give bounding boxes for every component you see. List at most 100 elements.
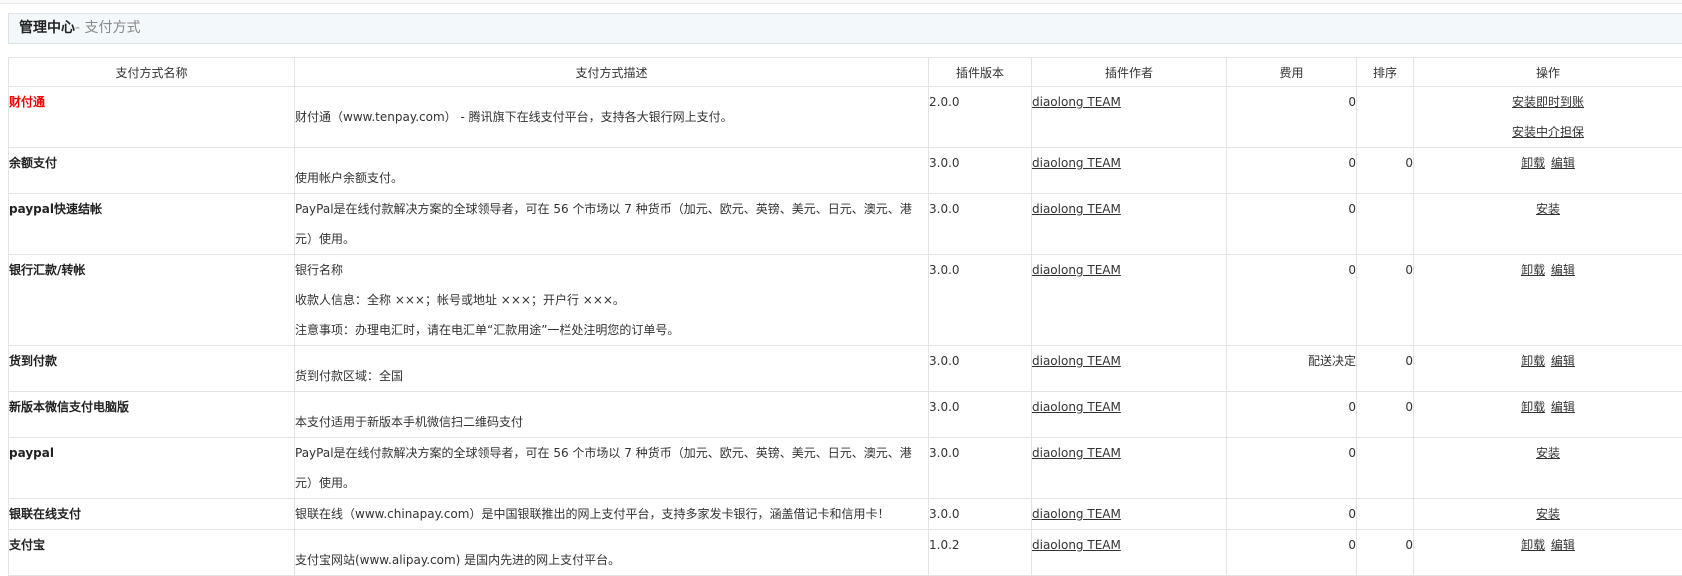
- table-row: 银行汇款/转帐银行名称收款人信息：全称 ×××；帐号或地址 ×××；开户行 ××…: [9, 255, 1682, 346]
- sort-order: [1357, 87, 1414, 148]
- plugin-version: 3.0.0: [929, 392, 1032, 438]
- payment-description: 支付宝网站(www.alipay.com) 是国内先进的网上支付平台。: [295, 530, 929, 576]
- actions-cell: 卸载 编辑: [1414, 392, 1682, 438]
- uninstall-link[interactable]: 卸载: [1521, 354, 1545, 368]
- table-row: paypalPayPal是在线付款解决方案的全球领导者，可在 56 个市场以 7…: [9, 438, 1682, 499]
- plugin-author-cell: diaolong TEAM: [1032, 148, 1227, 194]
- edit-link[interactable]: 编辑: [1551, 156, 1575, 170]
- payment-name: 新版本微信支付电脑版: [9, 392, 295, 438]
- plugin-author-cell: diaolong TEAM: [1032, 499, 1227, 530]
- actions-cell: 卸载 编辑: [1414, 255, 1682, 346]
- description-line: 使用帐户余额支付。: [295, 148, 928, 193]
- plugin-author-link[interactable]: diaolong TEAM: [1032, 400, 1121, 414]
- column-header-version: 插件版本: [929, 58, 1032, 87]
- payment-fee: 0: [1227, 530, 1357, 576]
- plugin-version: 2.0.0: [929, 87, 1032, 148]
- column-header-author: 插件作者: [1032, 58, 1227, 87]
- description-line: 货到付款区域：全国: [295, 346, 928, 391]
- plugin-version: 3.0.0: [929, 255, 1032, 346]
- payment-description: PayPal是在线付款解决方案的全球领导者，可在 56 个市场以 7 种货币（加…: [295, 194, 929, 255]
- plugin-author-link[interactable]: diaolong TEAM: [1032, 507, 1121, 521]
- edit-link[interactable]: 编辑: [1551, 400, 1575, 414]
- page-subtitle: 支付方式: [85, 20, 141, 36]
- install-link[interactable]: 安装中介担保: [1512, 125, 1584, 139]
- actions-cell: 卸载 编辑: [1414, 530, 1682, 576]
- edit-link[interactable]: 编辑: [1551, 354, 1575, 368]
- install-link[interactable]: 安装: [1536, 202, 1560, 216]
- payment-name: 银行汇款/转帐: [9, 255, 295, 346]
- plugin-author-cell: diaolong TEAM: [1032, 87, 1227, 148]
- payment-description: 银联在线（www.chinapay.com）是中国银联推出的网上支付平台，支持多…: [295, 499, 929, 530]
- payment-methods-table: 支付方式名称 支付方式描述 插件版本 插件作者 费用 排序 操作 财付通财付通（…: [8, 57, 1682, 576]
- plugin-version: 3.0.0: [929, 438, 1032, 499]
- sort-order: 0: [1357, 346, 1414, 392]
- payment-description: 财付通（www.tenpay.com） - 腾讯旗下在线支付平台，支持各大银行网…: [295, 87, 929, 148]
- plugin-author-link[interactable]: diaolong TEAM: [1032, 95, 1121, 109]
- payment-description: PayPal是在线付款解决方案的全球领导者，可在 56 个市场以 7 种货币（加…: [295, 438, 929, 499]
- payment-name: 财付通: [9, 87, 295, 148]
- plugin-author-cell: diaolong TEAM: [1032, 530, 1227, 576]
- payment-name: 货到付款: [9, 346, 295, 392]
- plugin-author-link[interactable]: diaolong TEAM: [1032, 156, 1121, 170]
- install-link[interactable]: 安装即时到账: [1512, 95, 1584, 109]
- description-line: 银行名称: [295, 255, 928, 285]
- plugin-author-cell: diaolong TEAM: [1032, 194, 1227, 255]
- plugin-author-link[interactable]: diaolong TEAM: [1032, 446, 1121, 460]
- uninstall-link[interactable]: 卸载: [1521, 538, 1545, 552]
- payment-description: 本支付适用于新版本手机微信扫二维码支付: [295, 392, 929, 438]
- payment-name: 支付宝: [9, 530, 295, 576]
- table-row: 货到付款货到付款区域：全国3.0.0diaolong TEAM 配送决定0 卸载 编…: [9, 346, 1682, 392]
- table-row: 银联在线支付银联在线（www.chinapay.com）是中国银联推出的网上支付…: [9, 499, 1682, 530]
- install-link[interactable]: 安装: [1536, 507, 1560, 521]
- plugin-version: 3.0.0: [929, 194, 1032, 255]
- payment-name: paypal: [9, 438, 295, 499]
- sort-order: 0: [1357, 148, 1414, 194]
- actions-cell: 卸载 编辑: [1414, 148, 1682, 194]
- page-title: 管理中心: [19, 20, 75, 36]
- page-header: 管理中心- 支付方式: [8, 13, 1682, 44]
- table-row: 财付通财付通（www.tenpay.com） - 腾讯旗下在线支付平台，支持各大…: [9, 87, 1682, 148]
- plugin-author-cell: diaolong TEAM: [1032, 392, 1227, 438]
- actions-cell: 安装即时到账安装中介担保: [1414, 87, 1682, 148]
- plugin-author-link[interactable]: diaolong TEAM: [1032, 538, 1121, 552]
- plugin-author-cell: diaolong TEAM: [1032, 255, 1227, 346]
- payment-name: 余额支付: [9, 148, 295, 194]
- plugin-version: 3.0.0: [929, 148, 1032, 194]
- column-header-desc: 支付方式描述: [295, 58, 929, 87]
- plugin-author-link[interactable]: diaolong TEAM: [1032, 354, 1121, 368]
- description-line: 银联在线（www.chinapay.com）是中国银联推出的网上支付平台，支持多…: [295, 499, 928, 529]
- edit-link[interactable]: 编辑: [1551, 263, 1575, 277]
- payment-fee: 0: [1227, 499, 1357, 530]
- plugin-version: 1.0.2: [929, 530, 1032, 576]
- payment-description: 货到付款区域：全国: [295, 346, 929, 392]
- plugin-author-link[interactable]: diaolong TEAM: [1032, 263, 1121, 277]
- edit-link[interactable]: 编辑: [1551, 538, 1575, 552]
- payment-fee: 配送决定: [1227, 346, 1357, 392]
- install-link[interactable]: 安装: [1536, 446, 1560, 460]
- description-line: 注意事项：办理电汇时，请在电汇单“汇款用途”一栏处注明您的订单号。: [295, 315, 928, 345]
- table-row: 余额支付使用帐户余额支付。3.0.0diaolong TEAM00卸载 编辑: [9, 148, 1682, 194]
- actions-cell: 安装: [1414, 438, 1682, 499]
- description-line: 支付宝网站(www.alipay.com) 是国内先进的网上支付平台。: [295, 530, 928, 575]
- payment-description: 使用帐户余额支付。: [295, 148, 929, 194]
- plugin-version: 3.0.0: [929, 499, 1032, 530]
- plugin-author-link[interactable]: diaolong TEAM: [1032, 202, 1121, 216]
- sort-order: 0: [1357, 392, 1414, 438]
- table-row: paypal快速结帐PayPal是在线付款解决方案的全球领导者，可在 56 个市…: [9, 194, 1682, 255]
- payment-fee: 0: [1227, 438, 1357, 499]
- description-line: 财付通（www.tenpay.com） - 腾讯旗下在线支付平台，支持各大银行网…: [295, 87, 928, 132]
- plugin-version: 3.0.0: [929, 346, 1032, 392]
- table-row: 新版本微信支付电脑版本支付适用于新版本手机微信扫二维码支付3.0.0diaolo…: [9, 392, 1682, 438]
- uninstall-link[interactable]: 卸载: [1521, 400, 1545, 414]
- column-header-actions: 操作: [1414, 58, 1682, 87]
- sort-order: [1357, 438, 1414, 499]
- actions-cell: 安装: [1414, 194, 1682, 255]
- uninstall-link[interactable]: 卸载: [1521, 263, 1545, 277]
- column-header-name: 支付方式名称: [9, 58, 295, 87]
- table-row: 支付宝支付宝网站(www.alipay.com) 是国内先进的网上支付平台。1.…: [9, 530, 1682, 576]
- uninstall-link[interactable]: 卸载: [1521, 156, 1545, 170]
- action-line: 安装中介担保: [1414, 117, 1682, 147]
- sort-order: [1357, 499, 1414, 530]
- payment-fee: 0: [1227, 194, 1357, 255]
- actions-cell: 安装: [1414, 499, 1682, 530]
